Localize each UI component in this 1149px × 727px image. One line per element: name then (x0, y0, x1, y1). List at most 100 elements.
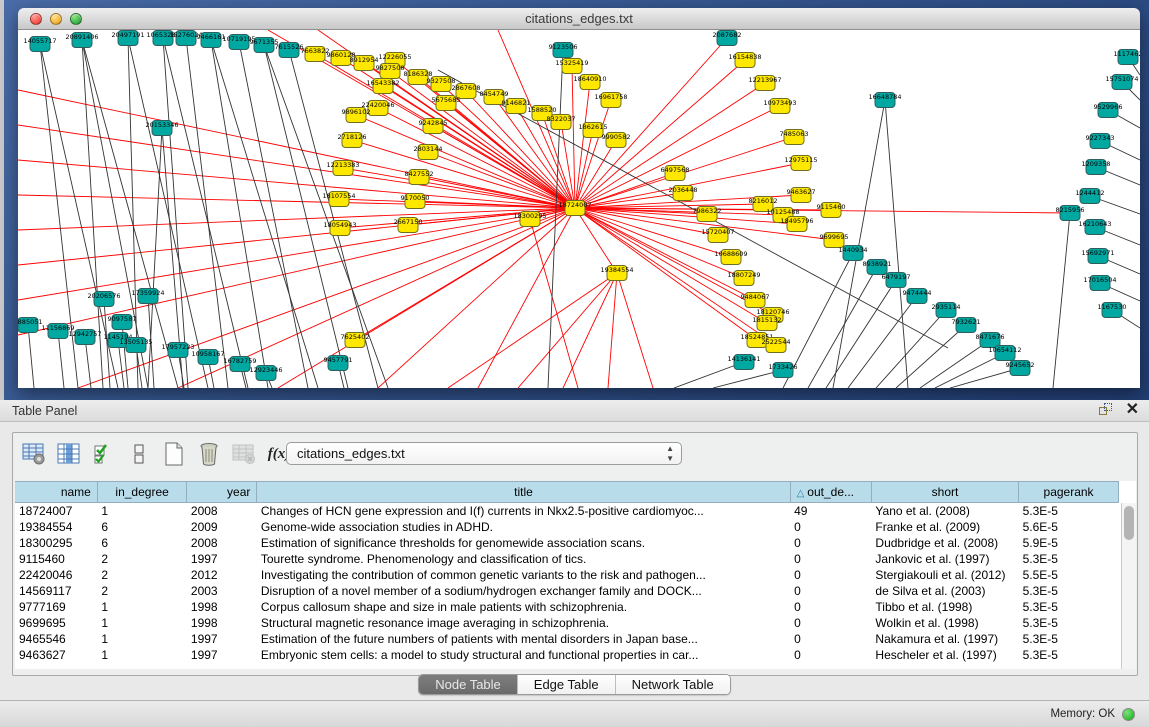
network-node[interactable]: 7485063 (780, 130, 809, 145)
network-node[interactable]: 8912954 (350, 56, 379, 71)
table-scrollbar-thumb[interactable] (1124, 506, 1134, 540)
tab-edge-table[interactable]: Edge Table (518, 675, 616, 694)
network-node[interactable]: 16210643 (1078, 220, 1111, 235)
network-node[interactable]: 10973493 (763, 99, 796, 114)
network-node[interactable]: 10688609 (714, 250, 747, 265)
minimize-window-button[interactable] (50, 13, 62, 25)
tab-network-table[interactable]: Network Table (616, 675, 730, 694)
network-node[interactable]: 9529966 (1094, 103, 1123, 118)
network-node[interactable]: 2935114 (932, 303, 961, 318)
network-node[interactable]: 9457791 (324, 356, 353, 371)
network-node[interactable]: 9115460 (817, 203, 846, 218)
network-node[interactable]: 12942757 (68, 330, 101, 345)
network-node[interactable]: 6479197 (882, 273, 911, 288)
network-window-titlebar[interactable]: citations_edges.txt (18, 8, 1140, 30)
network-node[interactable]: 7663822 (301, 47, 330, 62)
network-node[interactable]: 12213383 (326, 161, 359, 176)
network-node[interactable]: 20891406 (65, 33, 98, 48)
network-node[interactable]: 1733426 (769, 363, 798, 378)
network-node[interactable]: 9146821 (502, 99, 531, 114)
column-header-short[interactable]: short (871, 482, 1018, 503)
network-node[interactable]: 9242845 (419, 119, 448, 134)
memory-status-indicator[interactable] (1122, 708, 1135, 721)
network-node[interactable]: 8427552 (405, 170, 434, 185)
network-node[interactable]: 9245652 (1006, 361, 1035, 376)
table-row[interactable]: 946362711997Embryonic stem cells: a mode… (15, 647, 1119, 663)
network-node[interactable]: 2667150 (394, 218, 423, 233)
network-node[interactable]: 1117462 (1114, 50, 1140, 65)
network-node[interactable]: 9463627 (787, 188, 816, 203)
delete-attribute-icon[interactable] (195, 440, 223, 468)
network-node[interactable]: 10958167 (191, 350, 224, 365)
new-table-icon[interactable] (160, 440, 188, 468)
select-all-check-icon[interactable] (90, 440, 118, 468)
table-row[interactable]: 1830029562008Estimation of significance … (15, 535, 1119, 551)
network-node[interactable]: 18107554 (322, 192, 355, 207)
table-row[interactable]: 1872400712008Changes of HCN gene express… (15, 503, 1119, 519)
network-node[interactable]: 16648784 (868, 93, 901, 108)
close-panel-icon[interactable]: ✕ (1126, 402, 1139, 418)
network-node[interactable]: 20206576 (87, 292, 120, 307)
network-node[interactable]: 7932621 (952, 318, 981, 333)
network-node[interactable]: 1167530 (1098, 303, 1127, 318)
network-node[interactable]: 16543382 (366, 79, 399, 94)
network-node[interactable]: 14136141 (727, 355, 760, 370)
network-node[interactable]: 18495796 (780, 217, 813, 232)
table-row[interactable]: 2242004622012Investigating the contribut… (15, 567, 1119, 583)
network-node[interactable]: 6497568 (661, 166, 690, 181)
select-column-icon[interactable] (55, 440, 83, 468)
network-node[interactable]: 1815132 (753, 316, 782, 331)
network-node[interactable]: 9474444 (903, 289, 932, 304)
network-node[interactable]: 15720407 (701, 228, 734, 243)
table-row[interactable]: 1456911722003Disruption of a novel membe… (15, 583, 1119, 599)
network-node[interactable]: 17359924 (131, 289, 164, 304)
table-scrollbar[interactable] (1121, 503, 1136, 669)
network-node[interactable]: 7986322 (693, 207, 722, 222)
network-node[interactable]: 9990582 (602, 133, 631, 148)
tab-node-table[interactable]: Node Table (419, 675, 518, 694)
column-header-out_de[interactable]: △out_de... (790, 482, 871, 503)
network-node[interactable]: 9170050 (401, 194, 430, 209)
network-node[interactable]: 12923446 (249, 366, 282, 381)
network-node[interactable]: 17957223 (161, 343, 194, 358)
table-row[interactable]: 1938455462009Genome-wide association stu… (15, 519, 1119, 535)
network-node[interactable]: 16154838 (728, 53, 761, 68)
network-node[interactable]: 7615526 (275, 43, 304, 58)
node-table-grid[interactable]: namein_degreeyeartitle△out_de...shortpag… (15, 481, 1136, 669)
zoom-window-button[interactable] (70, 13, 82, 25)
network-node[interactable]: 20153346 (145, 121, 178, 136)
network-node[interactable]: 2522544 (762, 338, 791, 353)
network-node[interactable]: 8322037 (547, 115, 576, 130)
network-view-window[interactable]: citations_edges.txt 18724007183002951938… (18, 8, 1140, 388)
network-node[interactable]: 9484067 (741, 293, 770, 308)
network-node[interactable]: 12213967 (748, 76, 781, 91)
network-node[interactable]: 20497191 (111, 31, 144, 46)
table-panel-header[interactable]: Table Panel ✕ (0, 400, 1149, 422)
table-row[interactable]: 946554611997Estimation of the future num… (15, 631, 1119, 647)
network-node[interactable]: 12975115 (784, 156, 817, 171)
network-node[interactable]: 9123506 (549, 43, 578, 58)
table-row[interactable]: 969969511998Structural magnetic resonanc… (15, 615, 1119, 631)
delete-table-icon[interactable] (230, 440, 258, 468)
network-table-select[interactable]: citations_edges.txt ▲▼ (286, 442, 682, 465)
float-panel-icon[interactable] (1098, 402, 1114, 418)
column-header-title[interactable]: title (257, 482, 790, 503)
network-node[interactable]: 18807249 (727, 271, 760, 286)
table-settings-icon[interactable] (20, 440, 48, 468)
network-node[interactable]: 1440934 (839, 246, 868, 261)
network-node[interactable]: 9227343 (1086, 134, 1115, 149)
network-node[interactable]: 15751074 (1105, 75, 1138, 90)
close-window-button[interactable] (30, 13, 42, 25)
column-header-pagerank[interactable]: pagerank (1019, 482, 1119, 503)
table-row[interactable]: 977716911998Corpus callosum shape and si… (15, 599, 1119, 615)
network-node[interactable]: 16961758 (594, 93, 627, 108)
network-node[interactable]: 8215956 (1056, 206, 1085, 221)
network-node[interactable]: 1244412 (1076, 189, 1105, 204)
network-node[interactable]: 7625402 (341, 333, 370, 348)
network-node[interactable]: 10654112 (988, 346, 1021, 361)
network-node[interactable]: 9896102 (342, 108, 371, 123)
column-header-year[interactable]: year (187, 482, 257, 503)
network-node[interactable]: 2718126 (338, 133, 367, 148)
network-node[interactable]: 1209358 (1082, 160, 1111, 175)
table-row[interactable]: 911546021997Tourette syndrome. Phenomeno… (15, 551, 1119, 567)
